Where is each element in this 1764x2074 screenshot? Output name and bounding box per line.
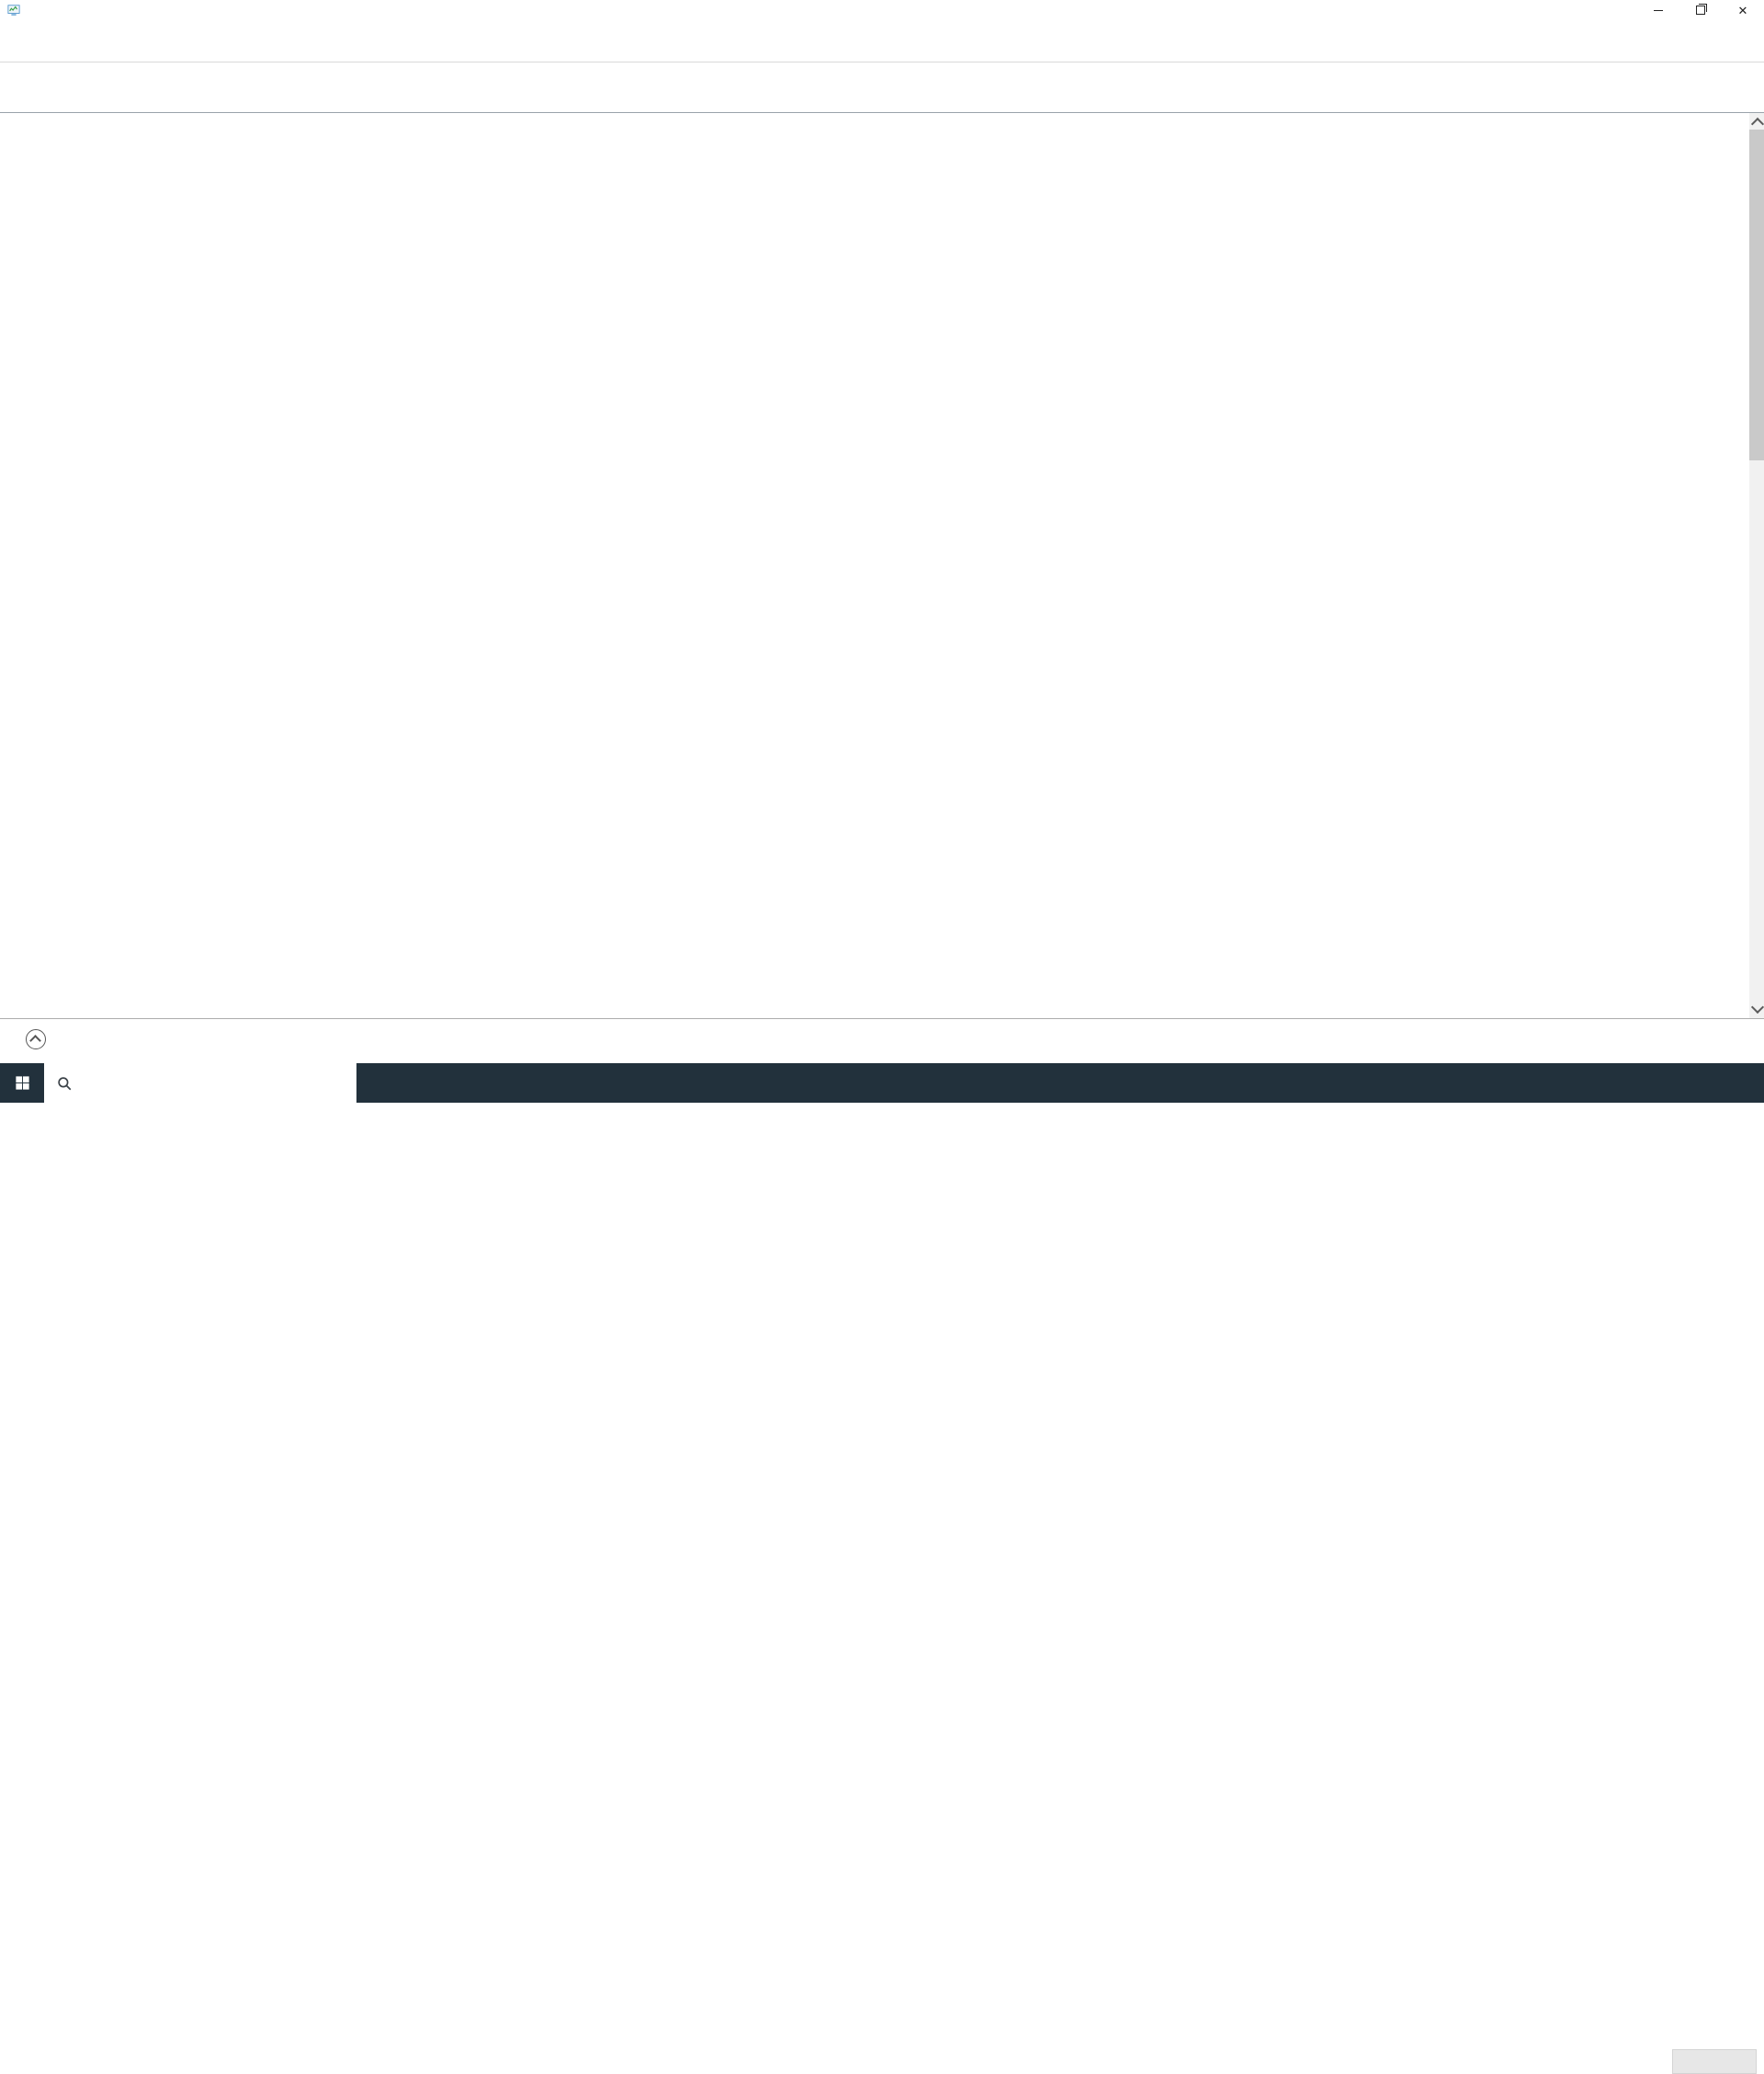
minimize-button[interactable] [1637,0,1679,20]
scrollbar-down-icon[interactable] [1750,1000,1764,1014]
title-bar: ✕ [0,0,1764,20]
column-header-row [0,62,1764,113]
scrollbar-up-icon[interactable] [1750,117,1764,131]
chevron-up-circle-icon [26,1029,46,1049]
start-button[interactable] [0,1063,44,1103]
search-icon [58,1076,72,1090]
vertical-scrollbar[interactable] [1749,113,1764,1018]
restore-button[interactable] [1679,0,1722,20]
tab-strip [0,38,1764,62]
close-button[interactable]: ✕ [1722,0,1764,20]
menu-bar [0,20,1764,38]
search-input[interactable] [80,1074,350,1092]
process-table [0,114,1764,1014]
taskbar [0,1063,1764,1103]
scrollbar-thumb[interactable] [1749,130,1764,460]
restore-icon [1696,4,1707,15]
taskbar-search[interactable] [44,1063,356,1103]
end-task-button[interactable] [1672,2049,1757,2074]
windows-logo-icon [15,1076,29,1090]
less-info-toggle[interactable] [26,1029,57,1049]
minimize-icon [1654,9,1663,11]
app-icon [7,4,20,17]
close-icon: ✕ [1737,3,1748,17]
footer-bar [0,1019,1764,2074]
